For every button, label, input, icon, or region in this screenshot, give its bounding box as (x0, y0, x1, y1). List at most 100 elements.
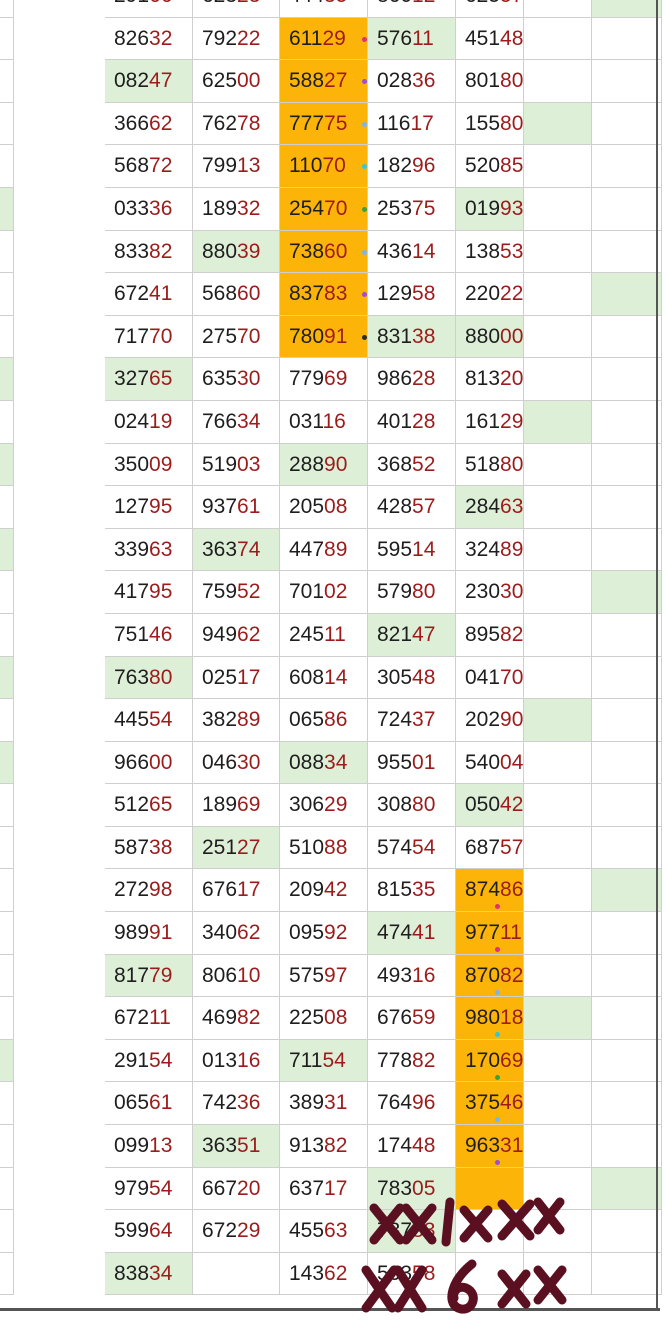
table-cell[interactable]: 27298 (105, 869, 193, 913)
table-cell[interactable] (592, 613, 662, 657)
table-cell[interactable]: 06586 (280, 699, 368, 742)
table-cell[interactable]: 97711 (456, 912, 524, 955)
table-cell[interactable]: 52085 (456, 145, 524, 188)
table-cell[interactable] (592, 1210, 662, 1253)
table-cell[interactable] (592, 528, 662, 572)
table-cell[interactable]: 96331 (456, 1125, 524, 1168)
table-cell[interactable] (592, 741, 662, 785)
table-cell[interactable]: 06561 (105, 1082, 193, 1126)
table-cell[interactable] (592, 571, 662, 614)
table-cell[interactable] (592, 1252, 662, 1296)
table-cell[interactable]: 09592 (280, 912, 368, 955)
table-cell[interactable]: 81779 (105, 954, 193, 998)
table-cell[interactable] (592, 145, 662, 188)
table-cell[interactable]: 74236 (193, 1082, 280, 1126)
table-cell[interactable] (524, 0, 592, 18)
table-cell[interactable]: 30629 (280, 784, 368, 827)
table-cell[interactable]: 60814 (280, 656, 368, 700)
table-cell[interactable] (524, 486, 592, 529)
table-cell[interactable]: 57980 (368, 571, 456, 614)
table-cell[interactable]: 29154 (105, 1039, 193, 1083)
table-cell[interactable] (524, 1039, 592, 1083)
table-cell[interactable]: 22508 (280, 997, 368, 1040)
table-cell[interactable]: 81320 (456, 358, 524, 401)
table-cell[interactable]: 35009 (105, 443, 193, 487)
table-cell[interactable]: 02836 (368, 60, 456, 103)
table-cell[interactable]: 98991 (105, 912, 193, 955)
table-cell[interactable]: 63717 (280, 1167, 368, 1211)
table-cell[interactable]: 13853 (456, 230, 524, 274)
table-cell[interactable]: 25375 (368, 187, 456, 231)
edge-cell[interactable] (0, 613, 14, 657)
table-cell[interactable]: 27570 (193, 315, 280, 359)
table-cell[interactable] (592, 102, 662, 146)
edge-cell[interactable] (0, 784, 14, 827)
table-cell[interactable]: 25127 (193, 826, 280, 870)
table-cell[interactable] (592, 358, 662, 401)
table-cell[interactable] (524, 443, 592, 487)
table-cell[interactable]: 98628 (368, 358, 456, 401)
edge-cell[interactable] (0, 997, 14, 1040)
table-cell[interactable]: 77775 (280, 102, 368, 146)
table-cell[interactable] (524, 528, 592, 572)
table-cell[interactable] (592, 997, 662, 1040)
table-cell[interactable]: 93761 (193, 486, 280, 529)
edge-cell[interactable] (0, 699, 14, 742)
table-cell[interactable]: 11070 (280, 145, 368, 188)
table-cell[interactable]: 44435 (280, 0, 368, 18)
table-cell[interactable]: 77969 (280, 358, 368, 401)
edge-cell[interactable] (0, 358, 14, 401)
table-cell[interactable]: 66720 (193, 1167, 280, 1211)
table-cell[interactable]: 82147 (368, 613, 456, 657)
table-cell[interactable]: 01316 (193, 1039, 280, 1083)
edge-cell[interactable] (0, 0, 14, 18)
edge-cell[interactable] (0, 315, 14, 359)
table-cell[interactable]: 29166 (105, 0, 193, 18)
table-cell[interactable] (592, 400, 662, 444)
table-cell[interactable]: 45148 (456, 17, 524, 61)
table-cell[interactable]: 15580 (456, 102, 524, 146)
table-cell[interactable]: 32765 (105, 358, 193, 401)
table-cell[interactable]: 80180 (456, 60, 524, 103)
table-cell[interactable]: 36351 (193, 1125, 280, 1168)
table-cell[interactable]: 51880 (456, 443, 524, 487)
table-cell[interactable]: 32489 (456, 528, 524, 572)
table-cell[interactable]: 51903 (193, 443, 280, 487)
table-cell[interactable]: 70102 (280, 571, 368, 614)
table-cell[interactable] (592, 826, 662, 870)
table-cell[interactable]: 67229 (193, 1210, 280, 1253)
table-cell[interactable]: 91382 (280, 1125, 368, 1168)
table-cell[interactable]: 57597 (280, 954, 368, 998)
table-cell[interactable]: 30548 (368, 656, 456, 700)
table-cell[interactable]: 63530 (193, 358, 280, 401)
table-cell[interactable]: 82632 (105, 17, 193, 61)
table-cell[interactable]: 41795 (105, 571, 193, 614)
table-cell[interactable]: 40128 (368, 400, 456, 444)
edge-cell[interactable] (0, 230, 14, 274)
table-cell[interactable]: 04630 (193, 741, 280, 785)
table-cell[interactable]: 38289 (193, 699, 280, 742)
table-cell[interactable]: 28890 (280, 443, 368, 487)
table-cell[interactable] (592, 60, 662, 103)
table-cell[interactable]: 38931 (280, 1082, 368, 1126)
table-cell[interactable]: 75146 (105, 613, 193, 657)
table-cell[interactable] (592, 912, 662, 955)
table-cell[interactable]: 11617 (368, 102, 456, 146)
table-cell[interactable]: 04170 (456, 656, 524, 700)
table-cell[interactable]: 83834 (105, 1252, 193, 1296)
table-cell[interactable]: 12958 (368, 273, 456, 316)
table-cell[interactable]: 83138 (368, 315, 456, 359)
table-cell[interactable] (592, 486, 662, 529)
table-cell[interactable]: 18932 (193, 187, 280, 231)
edge-cell[interactable] (0, 1082, 14, 1126)
table-cell[interactable]: 42857 (368, 486, 456, 529)
table-cell[interactable]: 81535 (368, 869, 456, 913)
table-cell[interactable]: 02517 (193, 656, 280, 700)
table-cell[interactable] (524, 60, 592, 103)
table-cell[interactable]: 78091 (280, 315, 368, 359)
table-cell[interactable] (592, 1039, 662, 1083)
table-cell[interactable]: 46982 (193, 997, 280, 1040)
edge-cell[interactable] (0, 1167, 14, 1211)
table-cell[interactable]: 20290 (456, 699, 524, 742)
table-cell[interactable]: 44554 (105, 699, 193, 742)
